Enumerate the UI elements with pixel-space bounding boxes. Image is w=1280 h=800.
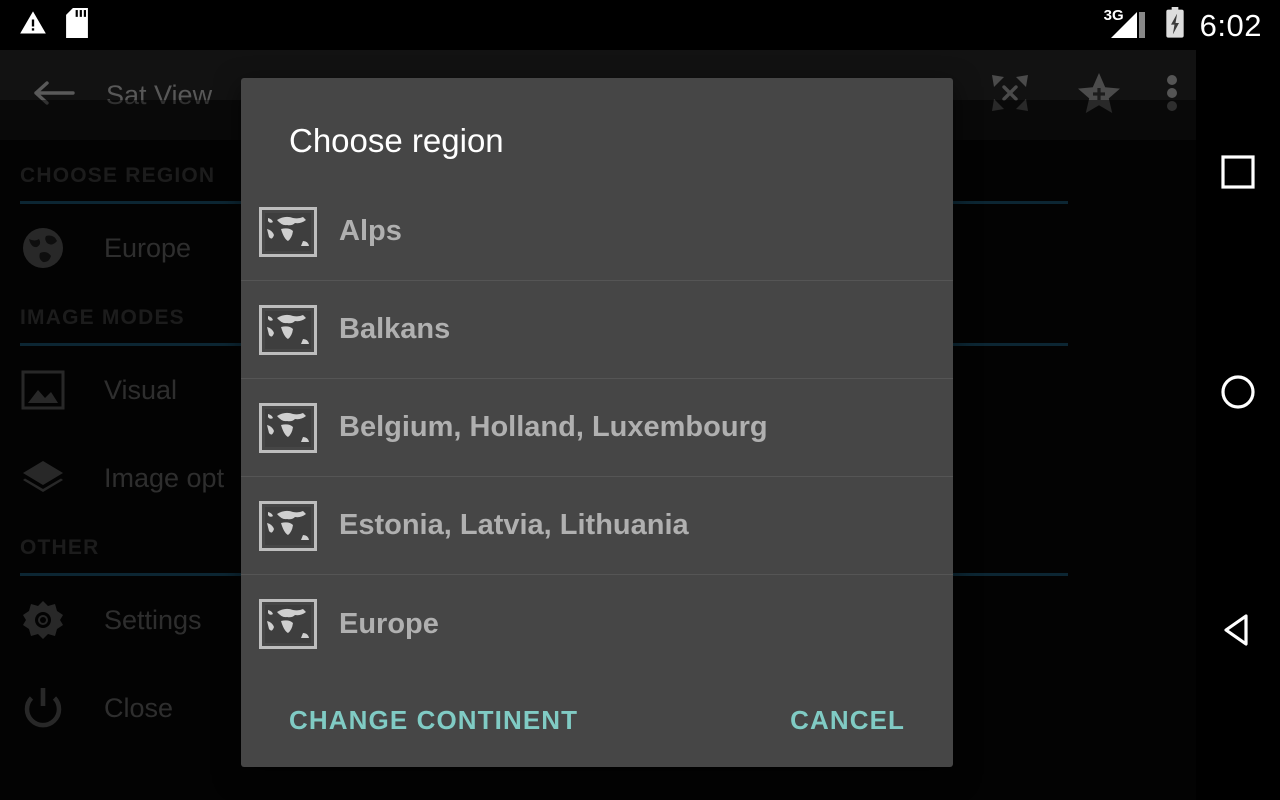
signal-bars-icon: 3G — [1104, 7, 1150, 42]
region-list: Alps Balkans Belgium, Holland, Luxembour… — [241, 183, 953, 673]
android-navigation-bar — [1196, 50, 1280, 800]
world-map-icon — [259, 304, 317, 355]
clock: 6:02 — [1199, 7, 1262, 43]
dialog-action-buttons: CHANGE CONTINENT CANCEL — [241, 673, 953, 767]
region-label: Alps — [339, 215, 402, 247]
cancel-button[interactable]: CANCEL — [790, 705, 905, 736]
region-label: Estonia, Latvia, Lithuania — [339, 509, 689, 541]
list-item[interactable]: Alps — [241, 183, 953, 281]
choose-region-dialog: Choose region Alps Balkans Belgium, Holl… — [241, 78, 953, 767]
recents-key[interactable] — [1196, 130, 1280, 214]
dialog-title: Choose region — [289, 122, 504, 159]
region-label: Belgium, Holland, Luxembourg — [339, 411, 768, 443]
sd-card-icon — [66, 7, 88, 43]
status-bar-right-icons: 3G 6:02 — [1104, 0, 1262, 50]
warning-triangle-icon — [18, 9, 48, 42]
list-item[interactable]: Estonia, Latvia, Lithuania — [241, 477, 953, 575]
home-key[interactable] — [1196, 350, 1280, 434]
world-map-icon — [259, 402, 317, 453]
region-label: Balkans — [339, 313, 451, 345]
list-item[interactable]: Belgium, Holland, Luxembourg — [241, 379, 953, 477]
change-continent-button[interactable]: CHANGE CONTINENT — [289, 705, 578, 736]
list-item[interactable]: Europe — [241, 575, 953, 673]
region-label: Europe — [339, 607, 439, 640]
battery-charging-icon — [1164, 6, 1186, 44]
world-map-icon — [259, 599, 317, 649]
world-map-icon — [259, 500, 317, 551]
world-map-icon — [259, 206, 317, 257]
back-key[interactable] — [1196, 588, 1280, 672]
android-screen: 3G 6:02 Sat View CHOOSE REGION Europe IM… — [0, 0, 1280, 800]
list-item[interactable]: Balkans — [241, 281, 953, 379]
status-bar: 3G 6:02 — [0, 0, 1280, 50]
status-bar-left-icons — [18, 0, 88, 50]
